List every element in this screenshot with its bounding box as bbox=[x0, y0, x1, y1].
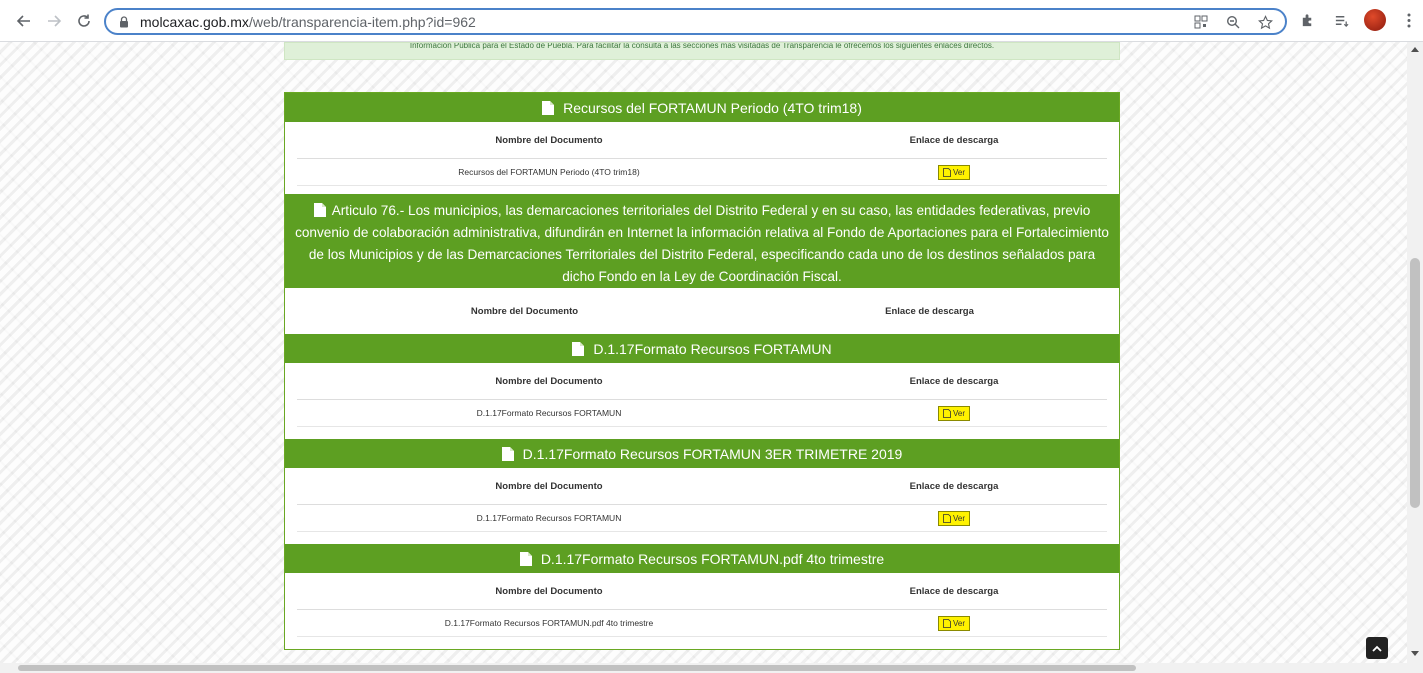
profile-avatar[interactable] bbox=[1364, 9, 1386, 31]
more-vert-icon bbox=[1407, 13, 1411, 27]
ver-label: Ver bbox=[952, 167, 965, 177]
documents-panel: Recursos del FORTAMUN Periodo (4TO trim1… bbox=[284, 92, 1120, 650]
horizontal-scrollbar[interactable] bbox=[0, 663, 1407, 673]
section-header: D.1.17Formato Recursos FORTAMUN 3ER TRIM… bbox=[285, 439, 1119, 468]
ver-label: Ver bbox=[952, 513, 965, 523]
document-icon bbox=[943, 408, 951, 418]
qr-code-button[interactable] bbox=[1191, 12, 1211, 32]
ver-button[interactable]: Ver bbox=[937, 510, 970, 526]
file-icon bbox=[313, 203, 326, 217]
page-viewport: Información Pública para el Estado de Pu… bbox=[0, 42, 1407, 663]
star-icon bbox=[1257, 14, 1273, 29]
reload-button[interactable] bbox=[72, 9, 96, 33]
column-header-link: Enlace de descarga bbox=[909, 585, 999, 597]
reading-list-button[interactable] bbox=[1330, 9, 1352, 31]
table-header-row: Nombre del Documento Enlace de descarga bbox=[297, 122, 1107, 159]
ver-button[interactable]: Ver bbox=[937, 164, 970, 180]
document-name: Recursos del FORTAMUN Periodo (4TO trim1… bbox=[458, 167, 640, 177]
list-icon bbox=[1335, 15, 1348, 27]
ver-button[interactable]: Ver bbox=[937, 615, 970, 631]
back-button[interactable] bbox=[12, 9, 36, 33]
chevron-up-icon bbox=[1372, 645, 1382, 652]
file-icon bbox=[572, 341, 585, 356]
document-name: D.1.17Formato Recursos FORTAMUN bbox=[476, 408, 622, 418]
column-header-link: Enlace de descarga bbox=[909, 375, 999, 387]
section-title: D.1.17Formato Recursos FORTAMUN 3ER TRIM… bbox=[522, 445, 903, 462]
section-title: D.1.17Formato Recursos FORTAMUN.pdf 4to … bbox=[540, 550, 885, 567]
lock-icon bbox=[120, 15, 128, 27]
zoom-button[interactable] bbox=[1223, 12, 1243, 32]
extensions-button[interactable] bbox=[1296, 9, 1318, 31]
table-row: Recursos del FORTAMUN Periodo (4TO trim1… bbox=[297, 159, 1107, 186]
column-header-link: Enlace de descarga bbox=[909, 480, 999, 492]
vertical-scrollbar[interactable] bbox=[1407, 42, 1423, 663]
documents-table: Nombre del Documento Enlace de descarga … bbox=[285, 573, 1119, 637]
horizontal-scroll-thumb[interactable] bbox=[18, 665, 1136, 671]
column-header-name: Nombre del Documento bbox=[495, 585, 603, 597]
document-name: D.1.17Formato Recursos FORTAMUN bbox=[476, 513, 622, 523]
section-title: Recursos del FORTAMUN Periodo (4TO trim1… bbox=[563, 99, 862, 116]
scroll-top-button[interactable] bbox=[1366, 637, 1388, 659]
forward-button[interactable] bbox=[42, 9, 66, 33]
section-header: Recursos del FORTAMUN Periodo (4TO trim1… bbox=[285, 93, 1119, 122]
forward-arrow-icon bbox=[48, 14, 62, 27]
url-text: molcaxac.gob.mx/web/transparencia-item.p… bbox=[140, 14, 476, 30]
section-title: Articulo 76.- Los municipios, las demarc… bbox=[295, 203, 1109, 284]
table-header-row: Nombre del Documento Enlace de descarga bbox=[297, 468, 1107, 505]
url-path: /web/transparencia-item.php?id=962 bbox=[248, 13, 476, 30]
column-header-name: Nombre del Documento bbox=[495, 134, 603, 146]
ver-button[interactable]: Ver bbox=[937, 405, 970, 421]
browser-toolbar: molcaxac.gob.mx/web/transparencia-item.p… bbox=[0, 0, 1423, 42]
back-arrow-icon bbox=[16, 14, 30, 27]
documents-table: Nombre del Documento Enlace de descarga … bbox=[285, 122, 1119, 186]
scrollbar-corner bbox=[1407, 663, 1423, 673]
documents-table: Nombre del Documento Enlace de descarga … bbox=[285, 468, 1119, 532]
download-cell: Ver bbox=[801, 510, 1107, 526]
puzzle-icon bbox=[1302, 13, 1311, 26]
file-icon bbox=[519, 551, 532, 566]
table-header-row: Nombre del Documento Enlace de descarga bbox=[297, 288, 1107, 334]
column-header-name: Nombre del Documento bbox=[470, 305, 579, 317]
document-name: D.1.17Formato Recursos FORTAMUN.pdf 4to … bbox=[444, 618, 654, 628]
column-header-link: Enlace de descarga bbox=[909, 134, 999, 146]
section-header: D.1.17Formato Recursos FORTAMUN bbox=[285, 334, 1119, 363]
qr-code-icon bbox=[1194, 15, 1208, 29]
section-title: D.1.17Formato Recursos FORTAMUN bbox=[593, 340, 832, 357]
ver-label: Ver bbox=[952, 408, 965, 418]
download-cell: Ver bbox=[801, 405, 1107, 421]
table-row: D.1.17Formato Recursos FORTAMUN.pdf 4to … bbox=[297, 610, 1107, 637]
table-header-row: Nombre del Documento Enlace de descarga bbox=[297, 573, 1107, 610]
intro-text: Información Pública para el Estado de Pu… bbox=[409, 42, 995, 50]
document-icon bbox=[943, 167, 951, 177]
scroll-up-arrow-icon[interactable] bbox=[1411, 47, 1419, 52]
intro-notice: Información Pública para el Estado de Pu… bbox=[284, 42, 1120, 60]
menu-button[interactable] bbox=[1398, 9, 1420, 31]
download-cell: Ver bbox=[801, 615, 1107, 631]
section-header: Articulo 76.- Los municipios, las demarc… bbox=[285, 194, 1119, 288]
documents-table: Nombre del Documento Enlace de descarga … bbox=[285, 363, 1119, 427]
table-row: D.1.17Formato Recursos FORTAMUN Ver bbox=[297, 400, 1107, 427]
documents-table: Nombre del Documento Enlace de descarga bbox=[285, 288, 1119, 334]
table-row: D.1.17Formato Recursos FORTAMUN Ver bbox=[297, 505, 1107, 532]
column-header-name: Nombre del Documento bbox=[495, 480, 603, 492]
column-header-link: Enlace de descarga bbox=[885, 305, 974, 317]
zoom-icon bbox=[1226, 15, 1240, 29]
document-icon bbox=[943, 513, 951, 523]
file-icon bbox=[542, 100, 555, 115]
document-icon bbox=[943, 618, 951, 628]
file-icon bbox=[501, 446, 514, 461]
table-header-row: Nombre del Documento Enlace de descarga bbox=[297, 363, 1107, 400]
scroll-down-arrow-icon[interactable] bbox=[1411, 651, 1419, 656]
column-header-name: Nombre del Documento bbox=[495, 375, 603, 387]
download-cell: Ver bbox=[801, 164, 1107, 180]
reload-icon bbox=[78, 14, 90, 27]
url-host: molcaxac.gob.mx bbox=[140, 13, 249, 30]
bookmark-button[interactable] bbox=[1255, 12, 1275, 32]
address-bar[interactable]: molcaxac.gob.mx/web/transparencia-item.p… bbox=[104, 8, 1287, 35]
vertical-scroll-thumb[interactable] bbox=[1410, 258, 1420, 508]
section-header: D.1.17Formato Recursos FORTAMUN.pdf 4to … bbox=[285, 544, 1119, 573]
ver-label: Ver bbox=[952, 618, 965, 628]
